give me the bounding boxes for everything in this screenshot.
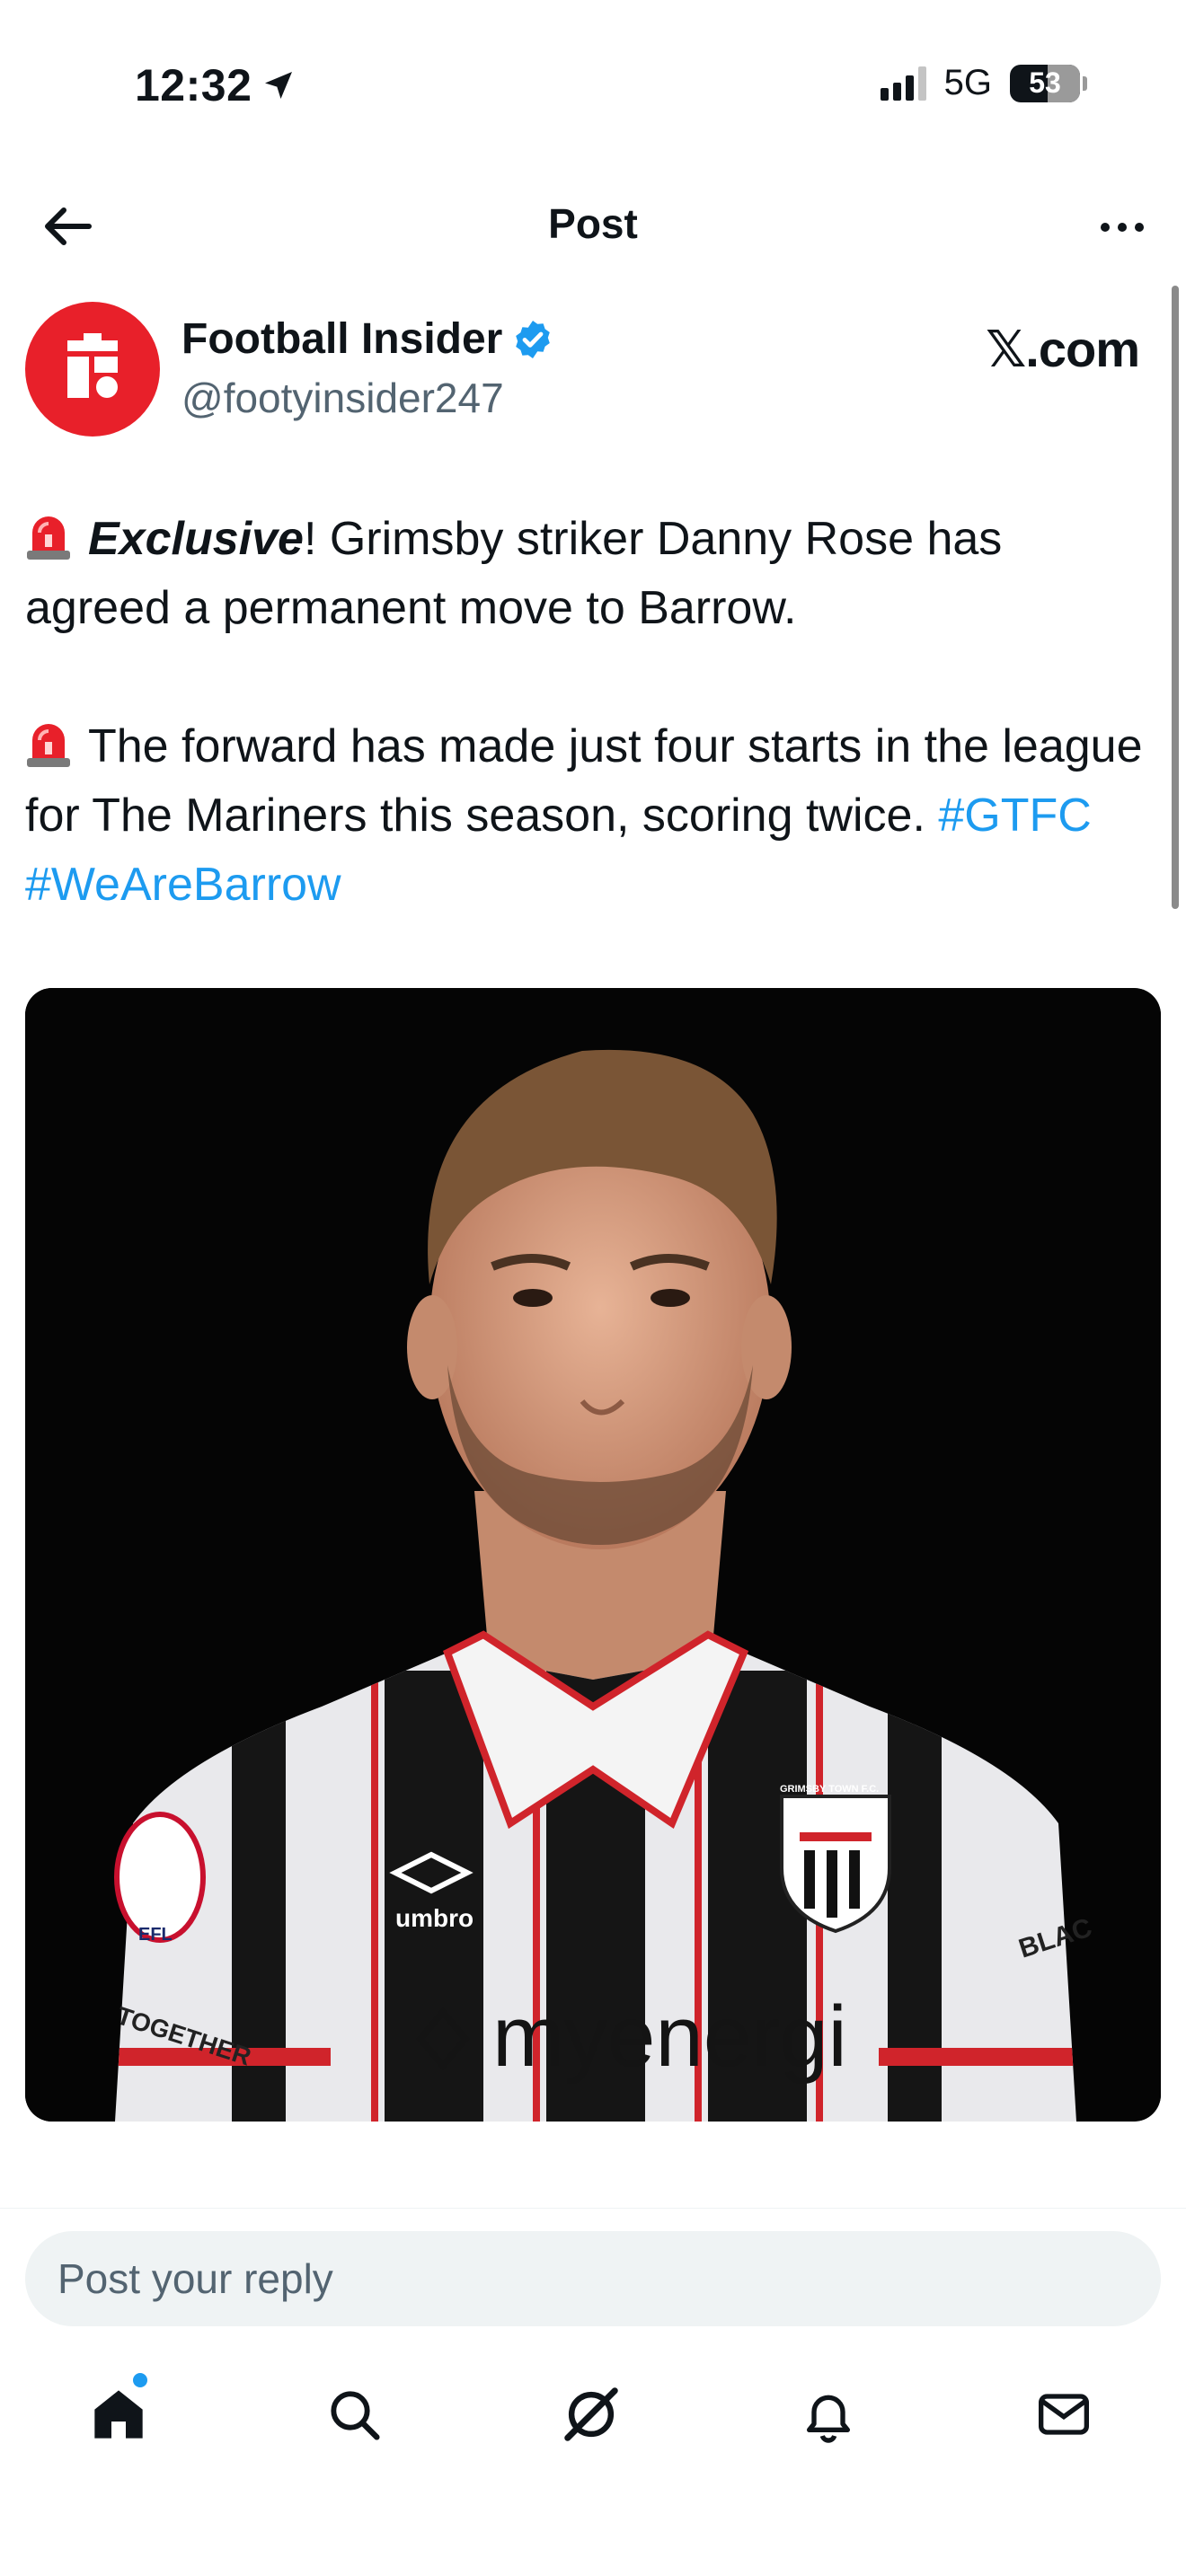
hashtag-gtfc[interactable]: #GTFC: [938, 790, 1091, 842]
tweet-text: Exclusive! Grimsby striker Danny Rose ha…: [25, 505, 1148, 920]
cellular-signal-icon: [880, 66, 926, 101]
more-options-button[interactable]: [1091, 202, 1154, 252]
search-icon: [331, 2391, 380, 2440]
league-badge-text: EFL: [138, 1925, 173, 1945]
author-name-row[interactable]: Football Insider: [181, 314, 554, 364]
tweet-image[interactable]: umbro GRIMSBY TOWN F.C. EFL TOGETHER BLA…: [25, 988, 1161, 2122]
football-insider-logo: [67, 333, 118, 398]
club-badge-text: GRIMSBY TOWN F.C.: [780, 1784, 879, 1795]
author-name[interactable]: Football Insider: [181, 314, 502, 364]
jersey-sponsor: myenergi: [492, 1989, 847, 2085]
siren-emoji-icon: [27, 724, 70, 767]
reply-placeholder: Post your reply: [58, 2255, 333, 2302]
tab-grok[interactable]: [537, 2369, 645, 2459]
tab-notifications[interactable]: [774, 2369, 882, 2459]
grok-icon: [564, 2387, 618, 2441]
siren-emoji-icon: [27, 516, 70, 560]
home-badge: [133, 2373, 147, 2387]
tab-messages[interactable]: [1010, 2369, 1118, 2459]
x-com-watermark: 𝕏.com: [986, 321, 1140, 377]
time-label: 12:32: [135, 60, 252, 110]
status-bar-time: 12:32: [135, 59, 296, 111]
location-arrow-icon: [265, 72, 293, 99]
post-metadata: 11:58 · 19/01/2026 · 3.4K Views: [25, 2192, 561, 2208]
messages-icon: [1039, 2394, 1089, 2435]
verified-badge-icon: [516, 320, 551, 358]
bottom-tab-bar: [0, 2369, 1186, 2477]
tweet-paragraph-2: The forward has made just four starts in…: [25, 712, 1148, 920]
battery-icon: 53: [1010, 64, 1087, 102]
tweet-paragraph-1: Exclusive! Grimsby striker Danny Rose ha…: [25, 505, 1148, 643]
reply-divider: [0, 2208, 1186, 2209]
home-icon: [94, 2390, 143, 2439]
player-portrait: umbro GRIMSBY TOWN F.C. EFL TOGETHER BLA…: [25, 988, 1161, 2122]
more-icon: [1101, 223, 1110, 232]
network-type: 5G: [943, 63, 992, 102]
battery-level: 53: [1029, 66, 1061, 99]
kit-brand: umbro: [395, 1904, 474, 1932]
notifications-icon: [807, 2395, 850, 2443]
page-title: Post: [548, 200, 638, 247]
scrollbar[interactable]: [1172, 286, 1179, 909]
reply-input[interactable]: Post your reply: [25, 2231, 1161, 2326]
tab-search[interactable]: [300, 2369, 408, 2459]
hashtag-wearebarrow[interactable]: #WeAreBarrow: [25, 859, 341, 911]
status-bar-indicators: 5G 53: [880, 63, 1087, 103]
tab-home[interactable]: [65, 2369, 173, 2459]
exclusive-label: Exclusive: [88, 513, 304, 565]
avatar[interactable]: [25, 302, 160, 437]
author-handle[interactable]: @footyinsider247: [181, 374, 504, 422]
